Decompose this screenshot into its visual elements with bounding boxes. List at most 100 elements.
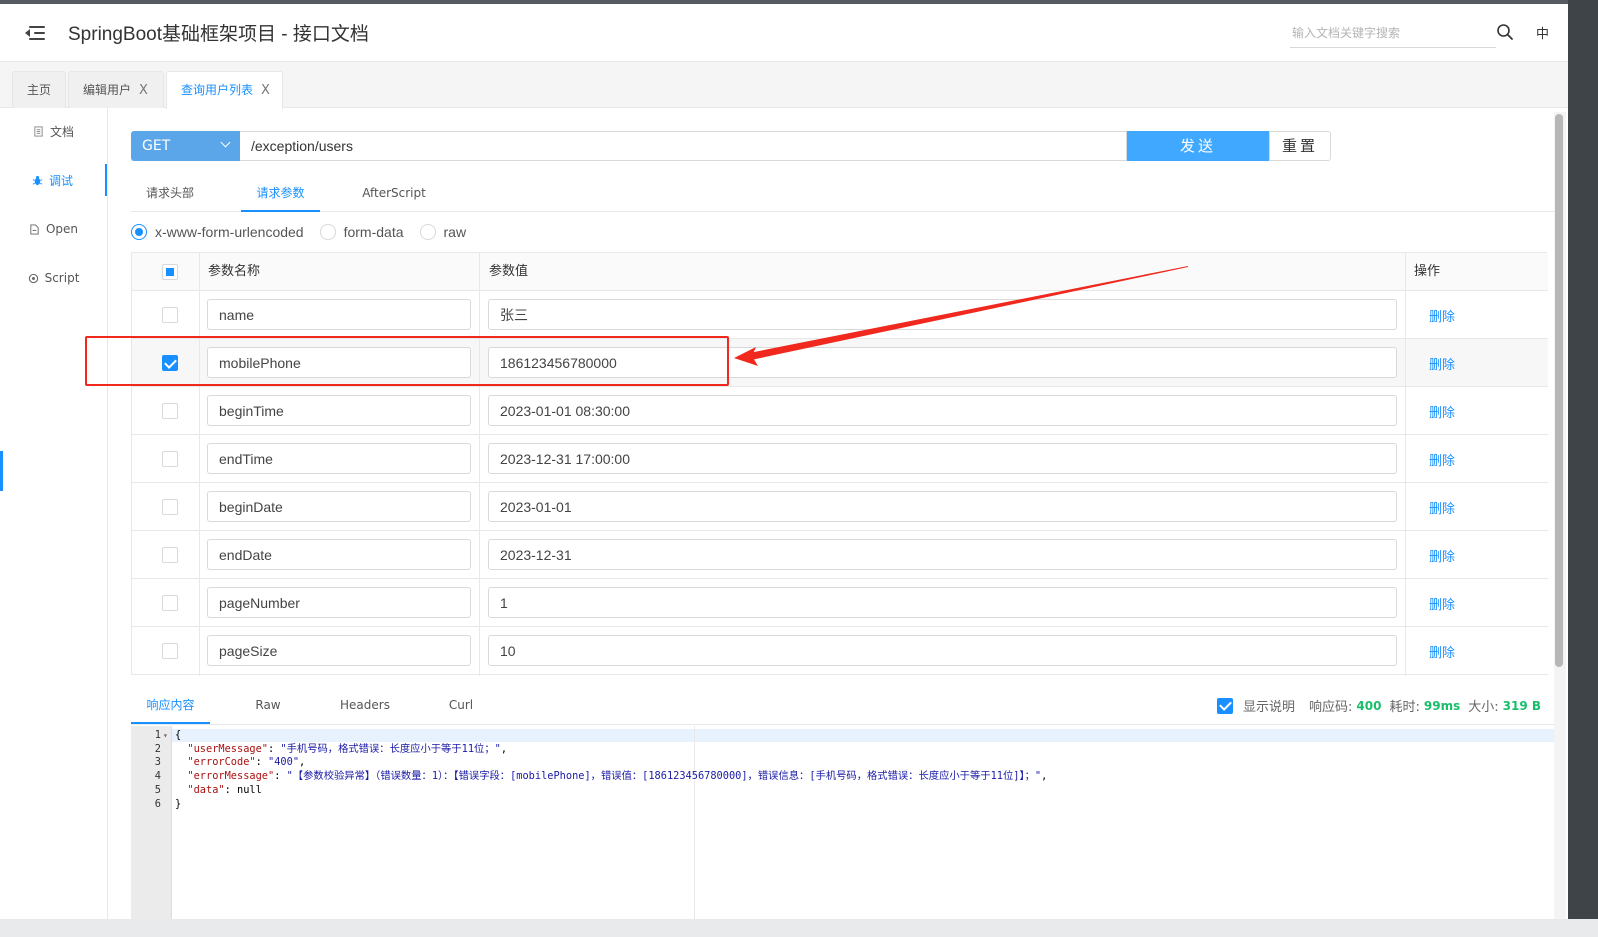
code-line: 6} [131, 798, 1555, 812]
nav-label: 文档 [49, 124, 74, 139]
row-checkbox[interactable] [162, 403, 178, 419]
row-checkbox[interactable] [162, 547, 178, 563]
param-name-input[interactable] [207, 443, 471, 474]
app-window: SpringBoot基础框架项目 - 接口文档 中 主页 编辑用户 X 查询用户列… [0, 4, 1568, 919]
param-value-input[interactable] [488, 299, 1397, 330]
param-name-input[interactable] [207, 347, 471, 378]
param-name-input[interactable] [207, 587, 471, 618]
delete-link[interactable]: 删除 [1429, 642, 1455, 661]
nav-item-open[interactable]: Open [0, 213, 107, 245]
row-checkbox[interactable] [162, 451, 178, 467]
tab-response-body[interactable]: 响应内容 [131, 687, 210, 724]
code-line: 4 "errorMessage": "【参数校验异常】（错误数量：1）：【错误字… [131, 770, 1555, 784]
row-checkbox[interactable] [162, 307, 178, 323]
row-checkbox[interactable] [162, 355, 178, 371]
menu-fold-icon[interactable] [25, 23, 45, 43]
tab-request-headers[interactable]: 请求头部 [131, 175, 209, 212]
json-key: "data" [187, 783, 225, 796]
code-text: { [175, 729, 181, 743]
tab-close-icon[interactable]: X [139, 83, 148, 98]
param-value-input[interactable] [488, 443, 1397, 474]
nav-item-script[interactable]: Script [0, 262, 107, 294]
response-code-editor[interactable]: 1 ▾ {2 "userMessage": "手机号码，格式错误：长度应小于等于11… [131, 726, 1555, 919]
size-label: 大小: [1468, 700, 1499, 715]
delete-link[interactable]: 删除 [1429, 498, 1455, 517]
param-value-input[interactable] [488, 587, 1397, 618]
params-table-header: 参数名称 参数值 操作 [132, 253, 1548, 291]
nav-item-debug[interactable]: 调试 [0, 164, 107, 196]
code-brace: { [175, 729, 182, 741]
code-text: "errorCode": "400", [187, 756, 306, 769]
table-row: 删除 [132, 531, 1548, 579]
window-right-edge [1568, 0, 1598, 937]
show-desc-label: 显示说明 [1243, 700, 1296, 715]
table-row: 删除 [132, 483, 1548, 531]
param-value-input[interactable] [488, 491, 1397, 522]
code-text: "data": null [187, 783, 262, 796]
delete-link[interactable]: 删除 [1429, 450, 1455, 469]
nav-item-docs[interactable]: 文档 [0, 115, 107, 147]
line-number: 6 [154, 797, 161, 810]
radio-urlencoded[interactable]: x-www-form-urlencoded [131, 224, 304, 240]
delete-link[interactable]: 删除 [1429, 306, 1455, 325]
tab-edit-user[interactable]: 编辑用户 X [68, 71, 164, 108]
nav-label: 调试 [48, 173, 73, 188]
tab-query-user-list[interactable]: 查询用户列表 X [166, 71, 283, 109]
code-text: "errorMessage": "【参数校验异常】（错误数量：1）：【错误字段：… [187, 770, 1048, 783]
tab-request-params[interactable]: 请求参数 [241, 175, 320, 212]
delete-link[interactable]: 删除 [1429, 402, 1455, 421]
param-value-input[interactable] [488, 347, 1397, 378]
http-method-select[interactable]: GET [131, 131, 240, 161]
param-value-input[interactable] [488, 635, 1397, 666]
doc-search-input[interactable] [1290, 18, 1496, 48]
table-row: 删除 [132, 339, 1548, 387]
request-tabs: 请求头部 请求参数 AfterScript [131, 175, 1555, 212]
language-switch[interactable]: 中 [1536, 23, 1549, 42]
param-value-input[interactable] [488, 395, 1397, 426]
delete-link[interactable]: 删除 [1429, 354, 1455, 373]
delete-link[interactable]: 删除 [1429, 546, 1455, 565]
tab-label: 编辑用户 [83, 83, 132, 97]
tab-response-raw[interactable]: Raw [248, 687, 288, 724]
vertical-scrollbar-thumb[interactable] [1555, 114, 1563, 667]
radio-form-data[interactable]: form-data [319, 224, 404, 240]
param-name-input[interactable] [207, 395, 471, 426]
send-button[interactable]: 发送 [1127, 131, 1269, 161]
response-tabs: 响应内容 Raw Headers Curl 显示说明 响应码: 400 耗时: … [131, 687, 1555, 725]
json-separator: , [500, 742, 508, 755]
left-nav: 文档 调试 Open Script [0, 108, 108, 919]
delete-link[interactable]: 删除 [1429, 594, 1455, 613]
body-type-radio-group: x-www-form-urlencoded form-data raw [131, 222, 482, 242]
tab-response-curl[interactable]: Curl [442, 687, 480, 724]
select-all-checkbox[interactable] [162, 264, 178, 280]
code-line: 2 "userMessage": "手机号码，格式错误：长度应小于等于11位；"… [131, 743, 1555, 757]
file-icon [30, 223, 39, 235]
tab-response-headers[interactable]: Headers [335, 687, 395, 724]
chevron-down-icon [220, 137, 231, 148]
param-name-input[interactable] [207, 299, 471, 330]
row-checkbox[interactable] [162, 499, 178, 515]
line-number: 4 [154, 770, 161, 783]
param-value-input[interactable] [488, 539, 1397, 570]
nav-label: Open [45, 222, 79, 236]
search-icon[interactable] [1496, 23, 1514, 41]
request-url-input[interactable] [240, 131, 1127, 161]
table-row: 删除 [132, 387, 1548, 435]
row-checkbox[interactable] [162, 643, 178, 659]
reset-button[interactable]: 重置 [1269, 131, 1331, 161]
fold-icon[interactable]: ▾ [163, 729, 168, 743]
col-divider [199, 253, 200, 676]
json-value: "400" [268, 756, 300, 769]
tab-home[interactable]: 主页 [12, 71, 66, 108]
show-desc-checkbox[interactable] [1217, 697, 1234, 714]
tab-after-script[interactable]: AfterScript [352, 175, 436, 212]
row-checkbox[interactable] [162, 595, 178, 611]
app-title: SpringBoot基础框架项目 - 接口文档 [68, 24, 369, 45]
param-name-input[interactable] [207, 635, 471, 666]
line-number: 1 [154, 729, 161, 741]
radio-raw[interactable]: raw [419, 224, 466, 240]
tab-close-icon[interactable]: X [261, 83, 270, 98]
param-name-input[interactable] [207, 491, 471, 522]
param-name-input[interactable] [207, 539, 471, 570]
json-separator: , [299, 756, 306, 769]
